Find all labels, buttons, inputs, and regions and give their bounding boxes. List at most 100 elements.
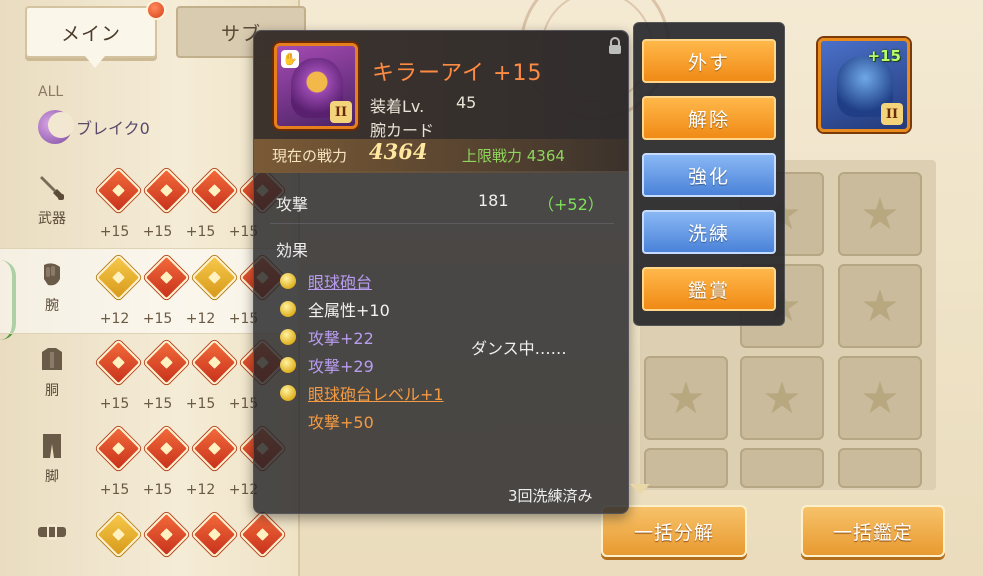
item-rank-badge: II — [330, 101, 352, 123]
current-power-label: 現在の戦力 — [272, 147, 348, 165]
empty-slot[interactable] — [838, 448, 922, 488]
equip-card[interactable] — [95, 254, 142, 301]
break-filter[interactable]: ブレイク0 — [38, 110, 150, 144]
max-power: 上限戦力 4364 — [462, 147, 565, 165]
attack-label: 攻撃 — [276, 195, 309, 214]
equipped-hero-card[interactable]: +15 II — [818, 38, 910, 132]
item-action-menu: 外す 解除 強化 洗練 鑑賞 — [633, 22, 785, 326]
tab-main[interactable]: メイン — [25, 6, 157, 68]
empty-slot[interactable]: ★ — [644, 356, 728, 440]
empty-slot[interactable] — [644, 448, 728, 488]
effect-item: 攻撃+22 — [280, 323, 444, 351]
card-level: +15 — [142, 311, 173, 327]
hero-rank-badge: II — [881, 103, 903, 125]
effect-item[interactable]: 眼球砲台レベル+1 — [280, 379, 444, 407]
notification-dot — [146, 0, 166, 20]
equip-card[interactable] — [143, 511, 190, 558]
appraise-button[interactable]: 鑑賞 — [642, 267, 776, 311]
enhance-button[interactable]: 強化 — [642, 153, 776, 197]
card-level: +15 — [99, 396, 130, 412]
gauntlet-icon — [34, 257, 70, 293]
item-type: 腕カード — [370, 121, 435, 140]
effect-sub-item: 攻撃+50 — [308, 413, 374, 432]
card-level: +15 — [142, 396, 173, 412]
level-list: +15 +15 +15 +15 — [98, 396, 260, 412]
card-level: +15 — [185, 224, 216, 240]
attack-value: 181 — [478, 191, 509, 210]
effect-item: 全属性+10 — [280, 295, 444, 323]
equip-card[interactable] — [143, 339, 190, 386]
equip-card[interactable] — [95, 339, 142, 386]
glove-icon: ✋ — [281, 50, 299, 68]
card-level: +15 — [142, 224, 173, 240]
coin-icon — [280, 357, 296, 373]
equip-card[interactable] — [191, 511, 238, 558]
empty-slot[interactable]: ★ — [838, 356, 922, 440]
game-screen: メイン サブ ALL ブレイク0 武器 +15 +15 +15 +15 腕 +1… — [0, 0, 983, 576]
attack-bonus: （+52） — [538, 195, 604, 214]
category-row-belt[interactable] — [0, 506, 300, 576]
effects-list: 眼球砲台 全属性+10 攻撃+22 攻撃+29 眼球砲台レベル+1 攻撃+50 — [280, 267, 444, 435]
equip-card[interactable] — [95, 511, 142, 558]
equip-card[interactable] — [191, 339, 238, 386]
equip-card[interactable] — [95, 167, 142, 214]
equip-card[interactable] — [191, 167, 238, 214]
category-label: 腕 — [45, 298, 59, 314]
empty-slot[interactable] — [740, 448, 824, 488]
item-card-icon: ✋ II — [274, 43, 358, 129]
equip-card[interactable] — [143, 254, 190, 301]
category-label: 脚 — [45, 469, 59, 485]
bulk-appraise-button[interactable]: 一括鑑定 — [801, 505, 945, 557]
equip-card[interactable] — [191, 425, 238, 472]
coin-icon — [280, 385, 296, 401]
card-list — [95, 511, 286, 558]
card-level: +15 — [185, 396, 216, 412]
unequip-button[interactable]: 外す — [642, 39, 776, 83]
sword-icon — [34, 170, 70, 206]
effect-item[interactable]: 眼球砲台 — [280, 267, 444, 295]
category-label: 武器 — [38, 211, 66, 227]
category-label: 胴 — [45, 383, 59, 399]
lock-icon[interactable] — [606, 37, 624, 55]
equip-level-label: 装着Lv. — [370, 97, 425, 116]
level-list: +15 +15 +12 +12 — [98, 482, 260, 498]
level-list: +12 +15 +12 +15 — [98, 311, 260, 327]
coin-icon — [280, 273, 296, 289]
equip-card[interactable] — [191, 254, 238, 301]
level-list: +15 +15 +15 +15 — [98, 224, 260, 240]
item-detail-tooltip: ✋ II キラーアイ +15 装着Lv. 45 腕カード 現在の戦力 4364 … — [253, 30, 629, 514]
coin-icon — [280, 301, 296, 317]
equip-card[interactable] — [143, 167, 190, 214]
hero-level: +15 — [867, 47, 901, 65]
filter-all-label[interactable]: ALL — [38, 84, 63, 100]
break-count: ブレイク0 — [76, 119, 150, 138]
equip-card[interactable] — [239, 511, 286, 558]
belt-icon — [34, 514, 70, 550]
empty-slot[interactable]: ★ — [740, 356, 824, 440]
coin-icon — [280, 329, 296, 345]
divider — [270, 223, 614, 224]
card-level: +12 — [99, 311, 130, 327]
current-power-value: 4364 — [369, 139, 428, 164]
equip-card[interactable] — [143, 425, 190, 472]
equip-card[interactable] — [95, 425, 142, 472]
scroll-down-arrow-icon[interactable] — [630, 484, 650, 494]
card-level: +15 — [99, 482, 130, 498]
effects-label: 効果 — [276, 241, 309, 260]
refine-button[interactable]: 洗練 — [642, 210, 776, 254]
card-level: +15 — [142, 482, 173, 498]
equip-level-value: 45 — [456, 93, 477, 112]
dance-status: ダンス中…… — [471, 339, 567, 358]
empty-slot[interactable]: ★ — [838, 264, 922, 348]
refine-count: 3回洗練済み — [508, 487, 593, 505]
card-level: +15 — [99, 224, 130, 240]
pants-icon — [34, 428, 70, 464]
item-name: キラーアイ +15 — [372, 61, 543, 86]
card-level: +12 — [185, 311, 216, 327]
card-level: +12 — [185, 482, 216, 498]
empty-slot[interactable]: ★ — [838, 172, 922, 256]
effect-item: 攻撃+29 — [280, 351, 444, 379]
release-button[interactable]: 解除 — [642, 96, 776, 140]
moon-icon — [38, 110, 74, 144]
armor-icon — [34, 342, 70, 378]
